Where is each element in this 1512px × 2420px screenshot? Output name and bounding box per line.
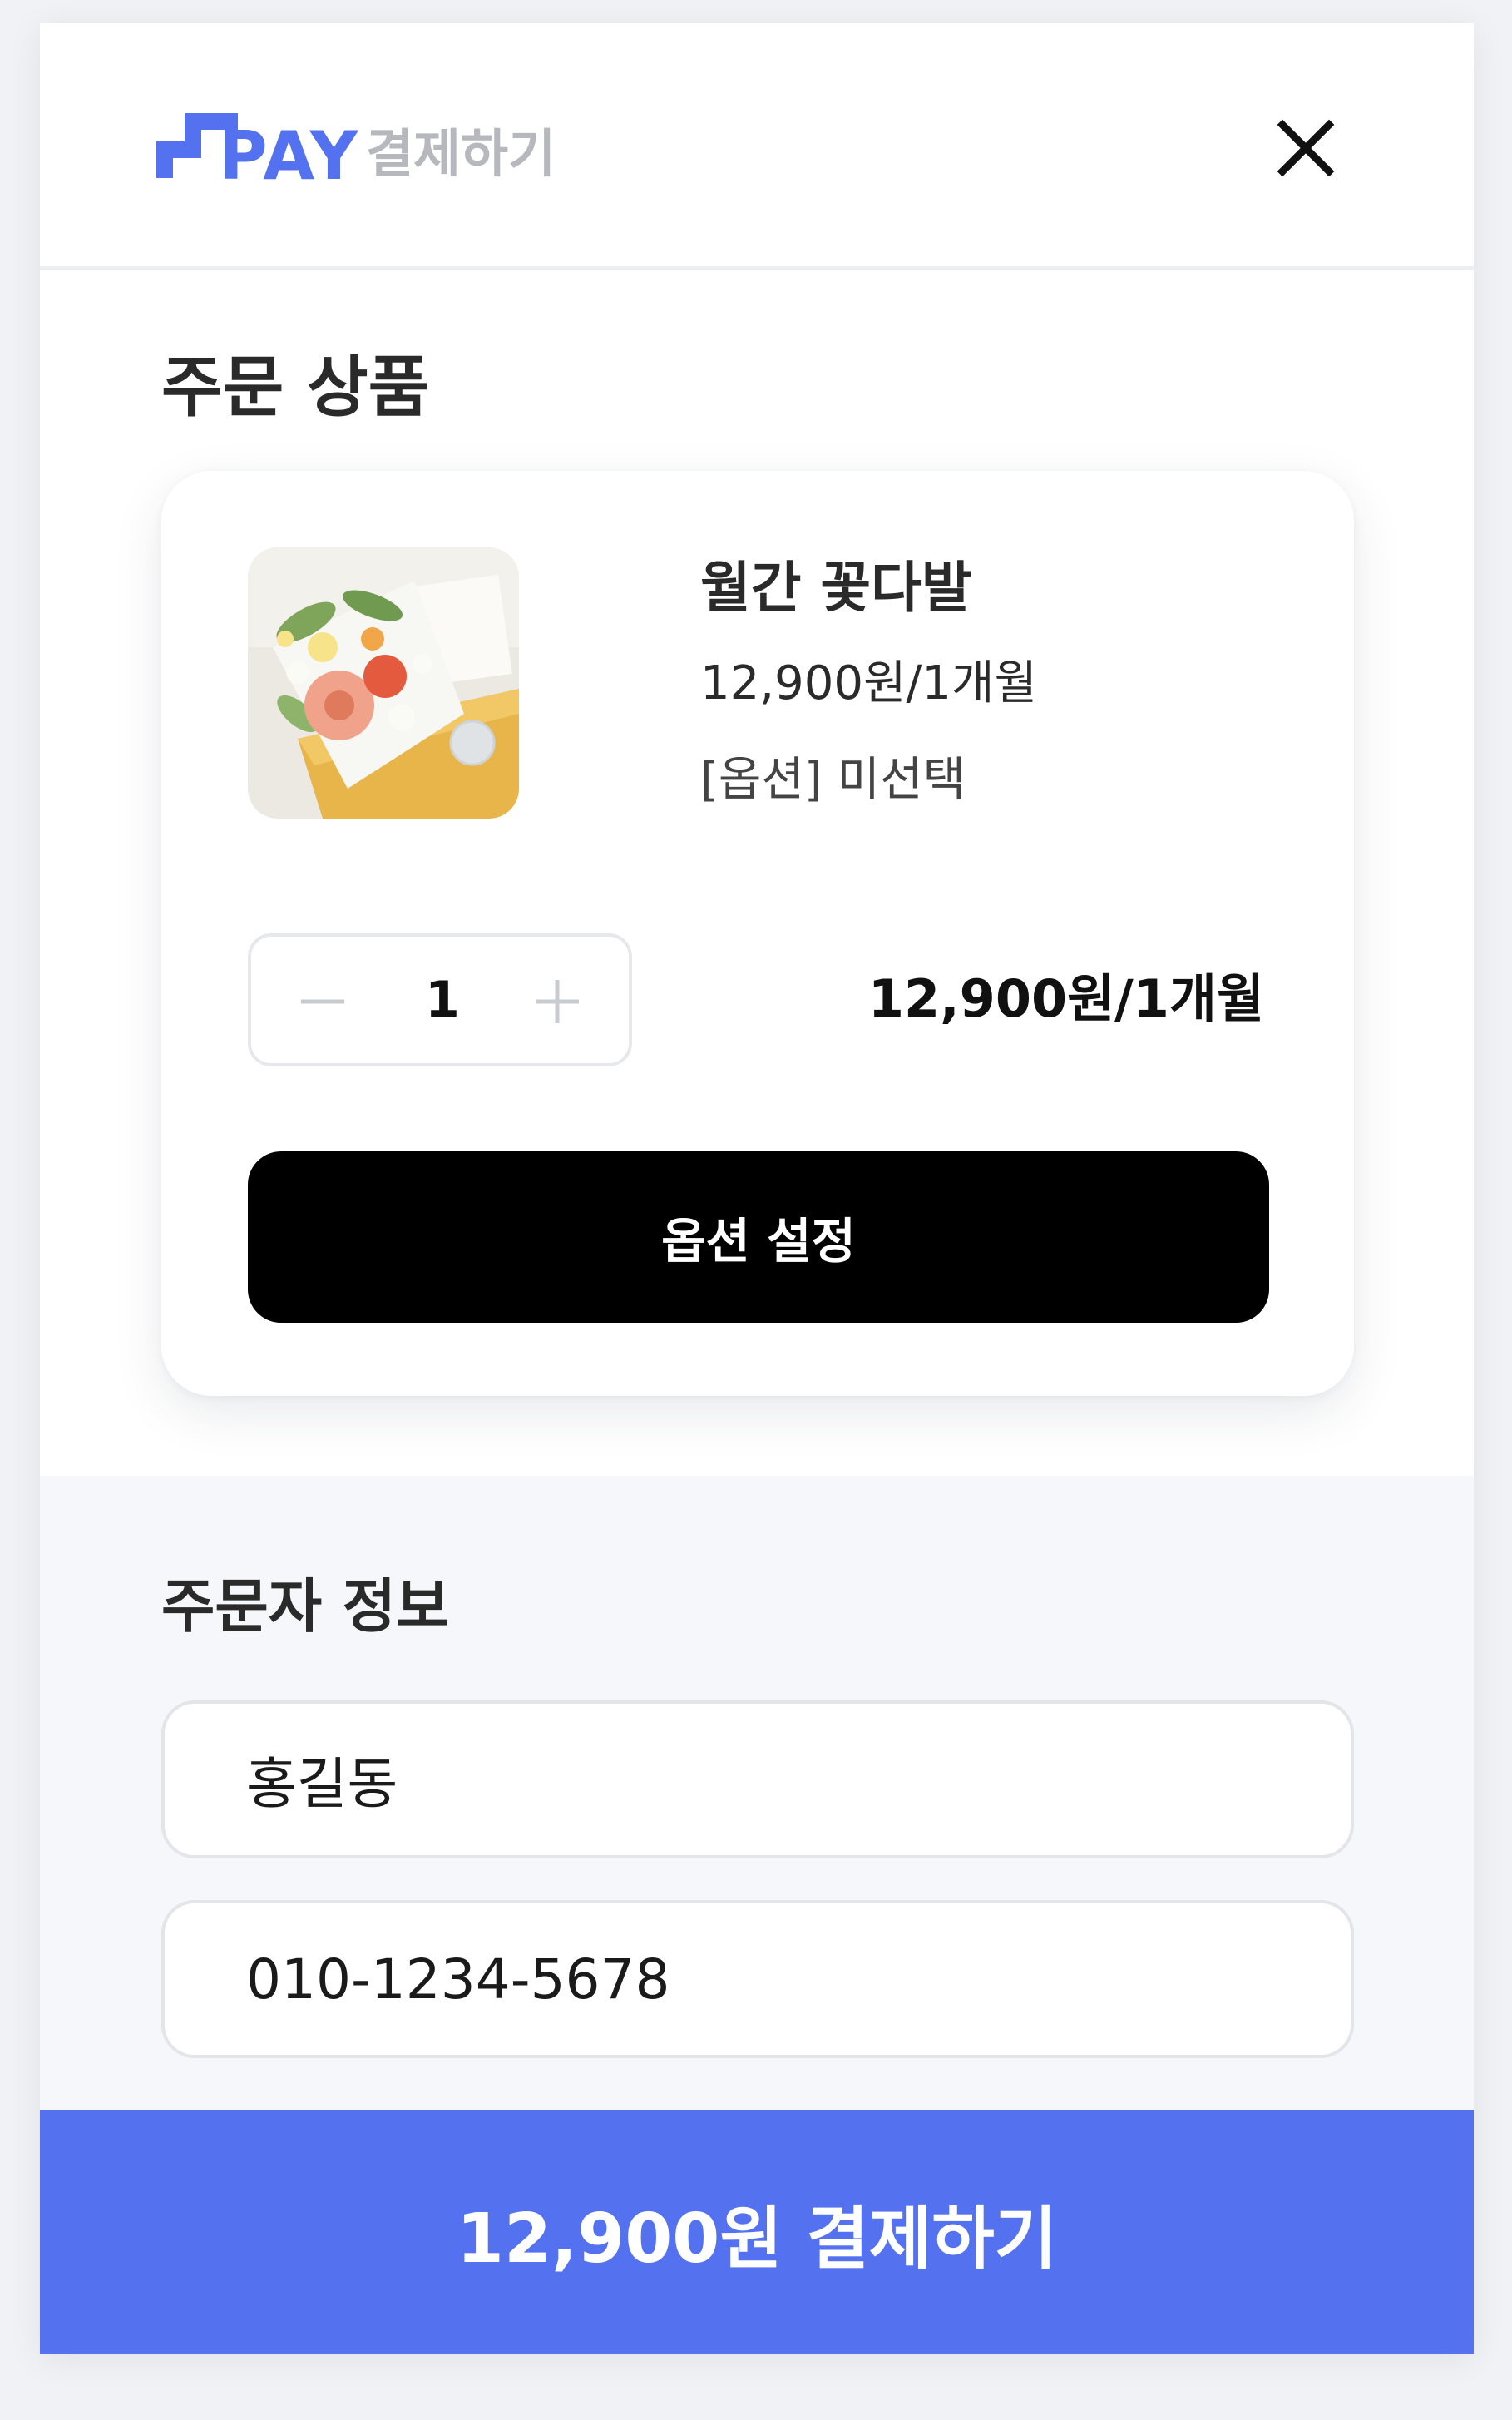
pay-button[interactable]: 12,900원 결제하기 (40, 2110, 1474, 2354)
product-total-price: 12,900원/1개월 (867, 968, 1264, 1029)
product-name: 월간 꽃다발 (700, 556, 972, 620)
option-settings-button[interactable]: 옵션 설정 (248, 1151, 1269, 1323)
pay-logo-text: PAY (219, 117, 360, 195)
header: PAY 결제하기 (40, 23, 1474, 270)
product-option: [옵션] 미선택 (700, 753, 966, 807)
plus-icon[interactable] (532, 977, 582, 1027)
orderer-name-field[interactable]: 홍길동 (161, 1700, 1354, 1858)
orderer-phone-field[interactable]: 010-1234-5678 (161, 1900, 1354, 2058)
product-card: 월간 꽃다발 12,900원/1개월 [옵션] 미선택 1 12,900원/1개… (161, 471, 1354, 1396)
product-price: 12,900원/1개월 (700, 656, 1038, 710)
product-image (248, 547, 519, 819)
close-icon[interactable] (1271, 113, 1341, 183)
quantity-stepper: 1 (248, 933, 632, 1066)
order-products-title: 주문 상품 (161, 349, 430, 426)
minus-icon[interactable] (298, 980, 348, 1023)
header-title: 결제하기 (366, 123, 556, 184)
orderer-info-title: 주문자 정보 (161, 1572, 450, 1641)
quantity-value: 1 (425, 971, 460, 1029)
payment-sheet: PAY 결제하기 주문 상품 월간 꽃다발 12,900원/1개월 [옵션] 미… (40, 23, 1474, 2354)
